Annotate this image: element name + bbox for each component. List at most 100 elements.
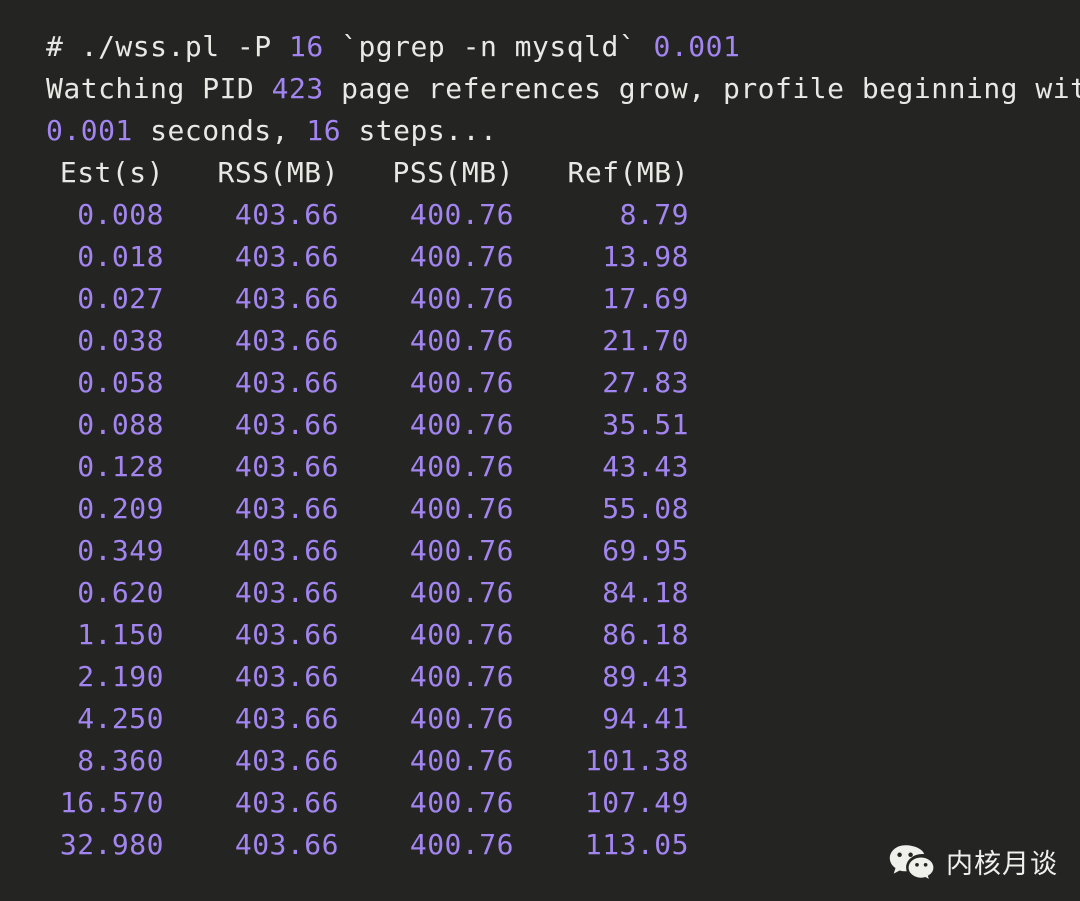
table-row: 0.088 403.66 400.76 35.51 (46, 404, 689, 446)
cell-pss-mb: 400.76 (409, 786, 514, 819)
cell-ref-mb: 84.18 (602, 576, 689, 609)
cell-est-seconds: 1.150 (77, 618, 164, 651)
table-row: 0.008 403.66 400.76 8.79 (46, 194, 689, 236)
table-row: 0.038 403.66 400.76 21.70 (46, 320, 689, 362)
table-row: 4.250 403.66 400.76 94.41 (46, 698, 689, 740)
cell-ref-mb: 69.95 (602, 534, 689, 567)
terminal-command-line: # ./wss.pl -P 16 `pgrep -n mysqld` 0.001 (0, 26, 1080, 68)
table-row: 1.150 403.66 400.76 86.18 (46, 614, 689, 656)
cell-est-seconds: 0.128 (77, 450, 164, 483)
cell-rss-mb: 403.66 (234, 240, 339, 273)
terminal-window: # ./wss.pl -P 16 `pgrep -n mysqld` 0.001… (0, 0, 1080, 901)
cell-ref-mb: 55.08 (602, 492, 689, 525)
numeric-token-1: 16 (289, 30, 324, 63)
cell-ref-mb: 27.83 (602, 366, 689, 399)
cell-est-seconds: 0.008 (77, 198, 164, 231)
cell-pss-mb: 400.76 (409, 324, 514, 357)
cell-ref-mb: 113.05 (584, 828, 689, 861)
column-header-est: Est(s) (59, 156, 164, 189)
cell-rss-mb: 403.66 (234, 408, 339, 441)
text-token-3: steps... (341, 114, 498, 147)
cell-rss-mb: 403.66 (234, 828, 339, 861)
table-row: 0.209 403.66 400.76 55.08 (46, 488, 689, 530)
watermark-label: 内核月谈 (946, 848, 1058, 880)
wechat-logo-icon (888, 843, 936, 885)
column-header-ref: Ref(MB) (567, 156, 689, 189)
cell-ref-mb: 13.98 (602, 240, 689, 273)
cell-rss-mb: 403.66 (234, 660, 339, 693)
cell-ref-mb: 35.51 (602, 408, 689, 441)
text-token-0: ./wss.pl -P (80, 30, 290, 63)
cell-rss-mb: 403.66 (234, 702, 339, 735)
terminal-status-line-1: Watching PID 423 page references grow, p… (0, 68, 1080, 110)
cell-pss-mb: 400.76 (409, 240, 514, 273)
cell-ref-mb: 89.43 (602, 660, 689, 693)
text-token-1: seconds, (132, 114, 307, 147)
cell-rss-mb: 403.66 (234, 366, 339, 399)
text-token-0: Watching PID (46, 72, 272, 105)
cell-rss-mb: 403.66 (234, 492, 339, 525)
watermark: 内核月谈 (888, 843, 1058, 885)
numeric-token-2: 16 (306, 114, 342, 147)
cell-pss-mb: 400.76 (409, 744, 514, 777)
table-row: 0.027 403.66 400.76 17.69 (46, 278, 689, 320)
table-row: 16.570 403.66 400.76 107.49 (46, 782, 689, 824)
cell-pss-mb: 400.76 (409, 366, 514, 399)
column-header-rss: RSS(MB) (217, 156, 339, 189)
table-row: 2.190 403.66 400.76 89.43 (46, 656, 689, 698)
cell-ref-mb: 101.38 (584, 744, 689, 777)
cell-rss-mb: 403.66 (234, 786, 339, 819)
cell-pss-mb: 400.76 (409, 450, 514, 483)
cell-est-seconds: 0.349 (77, 534, 164, 567)
numeric-token-1: 423 (271, 72, 324, 105)
cell-est-seconds: 0.018 (77, 240, 164, 273)
shell-prompt: # (46, 30, 81, 63)
cell-ref-mb: 94.41 (602, 702, 689, 735)
table-row: 0.620 403.66 400.76 84.18 (46, 572, 689, 614)
cell-rss-mb: 403.66 (234, 450, 339, 483)
cell-pss-mb: 400.76 (409, 282, 514, 315)
cell-rss-mb: 403.66 (234, 282, 339, 315)
cell-est-seconds: 0.038 (77, 324, 164, 357)
cell-est-seconds: 0.058 (77, 366, 164, 399)
cell-pss-mb: 400.76 (409, 618, 514, 651)
table-header-row: Est(s) RSS(MB) PSS(MB) Ref(MB) (46, 152, 689, 194)
cell-est-seconds: 8.360 (77, 744, 164, 777)
table-row: 8.360 403.66 400.76 101.38 (46, 740, 689, 782)
cell-pss-mb: 400.76 (409, 576, 514, 609)
table-row: 0.018 403.66 400.76 13.98 (46, 236, 689, 278)
cell-pss-mb: 400.76 (409, 492, 514, 525)
cell-pss-mb: 400.76 (409, 660, 514, 693)
cell-est-seconds: 2.190 (77, 660, 164, 693)
cell-rss-mb: 403.66 (234, 576, 339, 609)
cell-rss-mb: 403.66 (234, 324, 339, 357)
cell-ref-mb: 21.70 (602, 324, 689, 357)
text-token-2: `pgrep -n mysqld` (323, 30, 654, 63)
cell-est-seconds: 0.620 (77, 576, 164, 609)
table-row: 0.128 403.66 400.76 43.43 (46, 446, 689, 488)
cell-est-seconds: 0.027 (77, 282, 164, 315)
cell-est-seconds: 16.570 (59, 786, 164, 819)
cell-pss-mb: 400.76 (409, 828, 514, 861)
cell-ref-mb: 8.79 (619, 198, 689, 231)
cell-pss-mb: 400.76 (409, 408, 514, 441)
numeric-token-0: 0.001 (46, 114, 133, 147)
numeric-token-3: 0.001 (653, 30, 741, 63)
table-body: 0.008 403.66 400.76 8.79 0.018 403.66 400.76 13… (46, 194, 689, 866)
cell-est-seconds: 4.250 (77, 702, 164, 735)
cell-ref-mb: 43.43 (602, 450, 689, 483)
wss-output-table: Est(s) RSS(MB) PSS(MB) Ref(MB) 0.008 403.… (46, 152, 689, 866)
cell-pss-mb: 400.76 (409, 534, 514, 567)
column-header-pss: PSS(MB) (392, 156, 514, 189)
wss-output-table-wrapper: Est(s) RSS(MB) PSS(MB) Ref(MB) 0.008 403.… (0, 152, 1080, 866)
cell-rss-mb: 403.66 (234, 744, 339, 777)
cell-ref-mb: 107.49 (584, 786, 689, 819)
cell-est-seconds: 32.980 (59, 828, 164, 861)
terminal-status-line-2: 0.001 seconds, 16 steps... (0, 110, 1080, 152)
text-token-2: page references grow, profile beginning … (323, 72, 1080, 105)
cell-pss-mb: 400.76 (409, 198, 514, 231)
cell-est-seconds: 0.088 (77, 408, 164, 441)
table-row: 0.349 403.66 400.76 69.95 (46, 530, 689, 572)
cell-rss-mb: 403.66 (234, 534, 339, 567)
table-row: 32.980 403.66 400.76 113.05 (46, 824, 689, 866)
